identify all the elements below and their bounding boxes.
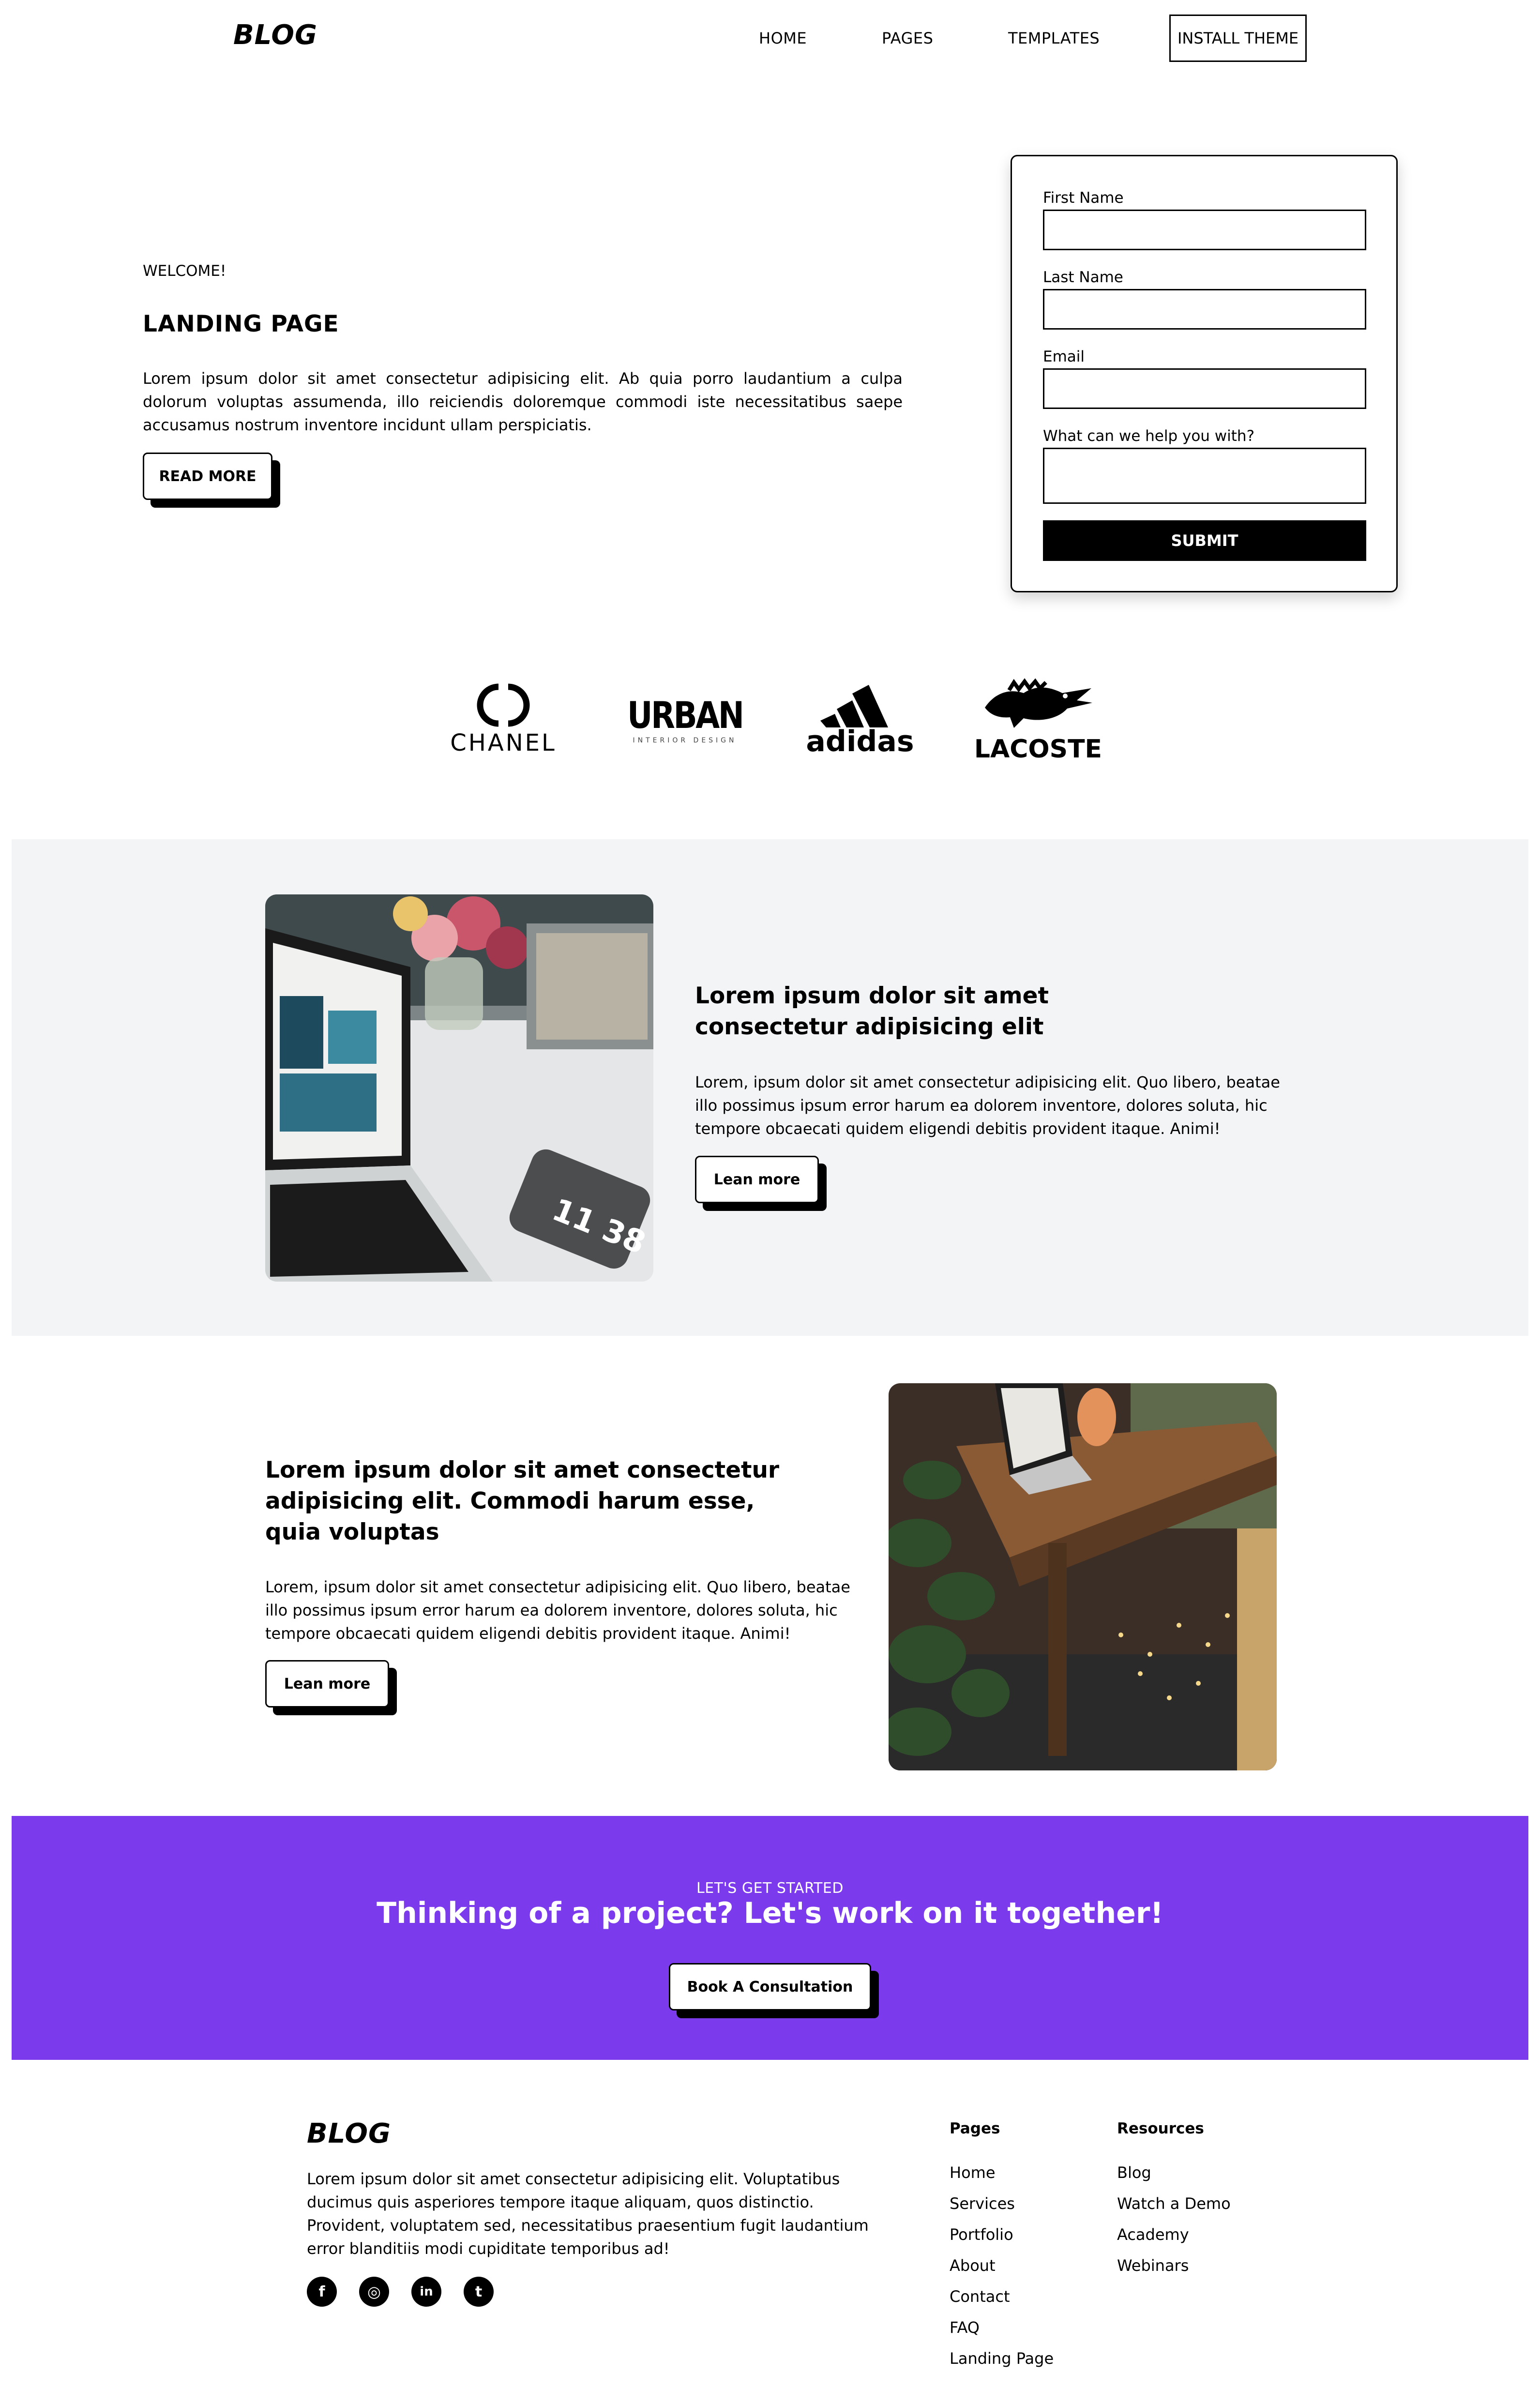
urban-wordmark: URBAN [627,693,744,737]
lacoste-logo: LACOSTE [968,670,1108,767]
cta-banner [12,1816,1528,2060]
read-more-label: READ MORE [143,453,272,500]
twitter-glyph: t [475,2283,483,2300]
nav-pages[interactable]: PAGES [882,29,933,47]
facebook-icon[interactable]: f [307,2277,337,2307]
footer-description: Lorem ipsum dolor sit amet consectetur a… [307,2170,869,2258]
footer-link-academy[interactable]: Academy [1117,2225,1189,2244]
adidas-stripes-icon [820,685,888,727]
hero-title: LANDING PAGE [143,311,339,337]
footer-link-landing-page[interactable]: Landing Page [950,2349,1054,2368]
hero-paragraph: Lorem ipsum dolor sit amet consectetur a… [143,369,903,434]
book-consultation-label: Book A Consultation [669,1963,871,2010]
desk-photo-illustration [889,1383,1277,1770]
instagram-icon[interactable]: ◎ [359,2277,389,2307]
chanel-wordmark: CHANEL [450,729,557,756]
crocodile-icon [985,678,1092,728]
contact-form: First Name Last Name Email What can we h… [1011,155,1398,592]
feature-1-paragraph: Lorem, ipsum dolor sit amet consectetur … [695,1073,1280,1138]
feature-1-button-label: Lean more [695,1156,819,1203]
nav-home[interactable]: HOME [759,29,807,47]
site-logo[interactable]: BLOG [233,19,317,51]
help-field[interactable] [1043,448,1366,504]
footer-link-webinars[interactable]: Webinars [1117,2256,1189,2275]
email-label: Email [1043,348,1085,365]
nav-templates[interactable]: TEMPLATES [1008,29,1100,47]
install-theme-button[interactable]: INSTALL THEME [1169,15,1307,62]
first-name-label: First Name [1043,189,1124,207]
hero-kicker: WELCOME! [143,262,226,280]
urban-tagline: INTERIOR DESIGN [633,736,737,744]
footer-pages-heading: Pages [950,2120,1000,2137]
linkedin-glyph: in [420,2284,433,2299]
book-consultation-button[interactable]: Book A Consultation [669,1963,879,2018]
cta-title: Thinking of a project? Let's work on it … [377,1896,1163,1930]
footer-link-watch-demo[interactable]: Watch a Demo [1117,2194,1231,2213]
facebook-glyph: f [318,2283,325,2300]
last-name-label: Last Name [1043,269,1123,286]
urban-logo: URBAN INTERIOR DESIGN [619,687,750,750]
footer-logo[interactable]: BLOG [307,2118,391,2149]
adidas-wordmark: adidas [806,725,914,758]
submit-button[interactable]: SUBMIT [1043,520,1366,561]
chanel-logo: CHANEL [445,678,561,760]
feature-2-button-label: Lean more [265,1660,389,1708]
footer-resources-heading: Resources [1117,2120,1204,2137]
footer-link-blog[interactable]: Blog [1117,2163,1151,2182]
first-name-field[interactable] [1043,210,1366,250]
footer-link-services[interactable]: Services [950,2194,1015,2213]
last-name-field[interactable] [1043,289,1366,330]
footer-link-portfolio[interactable]: Portfolio [950,2225,1013,2244]
chanel-cc-icon [477,683,530,727]
feature-2-learn-more-button[interactable]: Lean more [265,1660,397,1715]
workspace-laptop-image: 11 38 [265,894,653,1282]
adidas-logo: adidas [800,678,921,760]
feature-1-title: Lorem ipsum dolor sit amet consectetur a… [695,982,1049,1040]
feature-2-paragraph: Lorem, ipsum dolor sit amet consectetur … [265,1578,850,1643]
read-more-button[interactable]: READ MORE [143,453,280,508]
twitter-icon[interactable]: t [464,2277,494,2307]
feature-1-learn-more-button[interactable]: Lean more [695,1156,827,1211]
footer-link-faq[interactable]: FAQ [950,2318,980,2337]
footer-link-home[interactable]: Home [950,2163,996,2182]
footer-link-contact[interactable]: Contact [950,2287,1010,2306]
footer-link-about[interactable]: About [950,2256,996,2275]
email-field[interactable] [1043,368,1366,409]
help-label: What can we help you with? [1043,427,1255,445]
desk-plants-image [889,1383,1277,1770]
lacoste-wordmark: LACOSTE [974,735,1102,764]
cta-kicker: LET'S GET STARTED [696,1880,844,1897]
laptop-photo-illustration: 11 38 [265,894,653,1282]
instagram-glyph: ◎ [367,2282,381,2301]
linkedin-icon[interactable]: in [411,2277,441,2307]
feature-2-title: Lorem ipsum dolor sit amet consectetur a… [265,1457,780,1545]
